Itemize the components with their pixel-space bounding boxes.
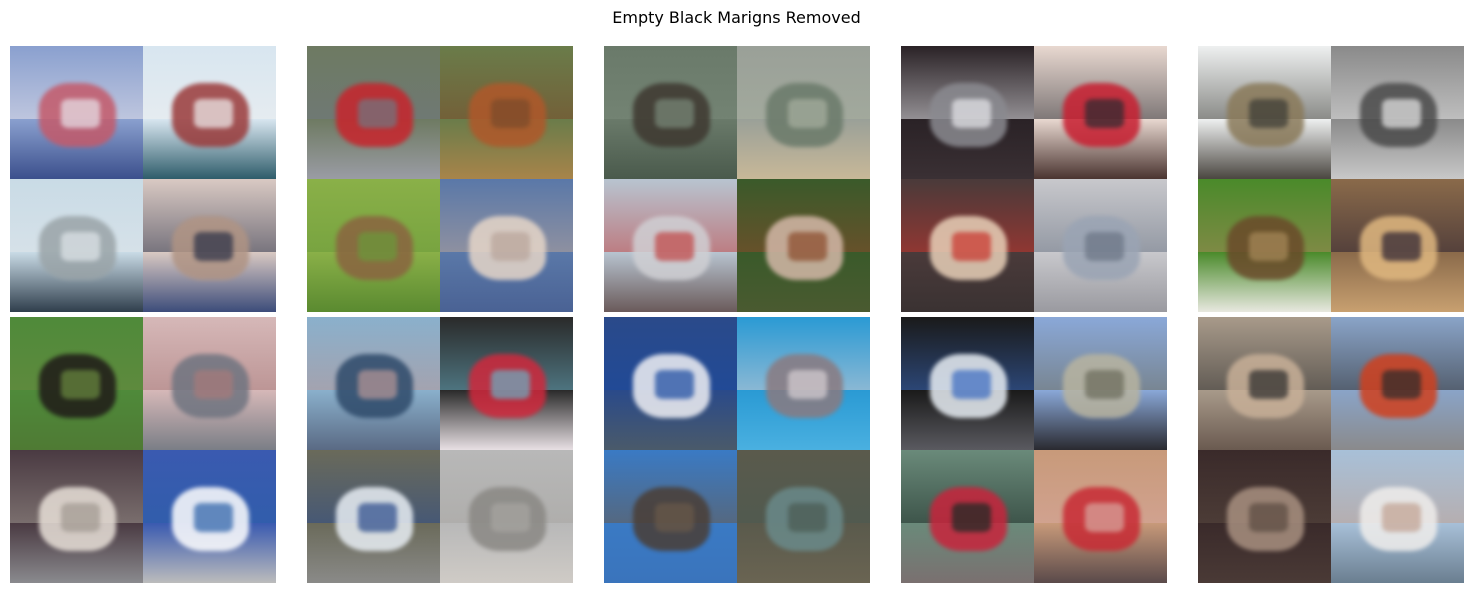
thumbnail-image xyxy=(901,46,1034,179)
thumbnail-image xyxy=(143,450,276,583)
thumbnail-image xyxy=(10,179,143,312)
thumbnail-image xyxy=(737,179,870,312)
thumbnail-image xyxy=(737,317,870,450)
thumbnail-image xyxy=(1034,179,1167,312)
thumbnail-image xyxy=(737,450,870,583)
thumbnail-image xyxy=(1331,317,1464,450)
panel-block-top xyxy=(901,46,1167,312)
thumbnail-image xyxy=(10,450,143,583)
image-panel-5 xyxy=(1198,46,1464,583)
thumbnail-image xyxy=(1198,317,1331,450)
thumbnail-image xyxy=(143,46,276,179)
figure-title: Empty Black Marigns Removed xyxy=(612,8,861,27)
thumbnail-image xyxy=(307,179,440,312)
thumbnail-image xyxy=(143,179,276,312)
thumbnail-image xyxy=(440,179,573,312)
panel-block-top xyxy=(10,46,276,312)
thumbnail-image xyxy=(901,179,1034,312)
thumbnail-image xyxy=(440,450,573,583)
thumbnail-image xyxy=(1198,179,1331,312)
panel-block-bottom xyxy=(604,317,870,583)
thumbnail-image xyxy=(1034,317,1167,450)
image-panel-3 xyxy=(604,46,870,583)
thumbnail-image xyxy=(901,317,1034,450)
thumbnail-image xyxy=(1034,450,1167,583)
thumbnail-image xyxy=(604,46,737,179)
image-panel-1 xyxy=(10,46,276,583)
panel-block-top xyxy=(307,46,573,312)
image-panel-2 xyxy=(307,46,573,583)
thumbnail-image xyxy=(604,179,737,312)
thumbnail-image xyxy=(10,317,143,450)
thumbnail-image xyxy=(1331,450,1464,583)
panel-block-bottom xyxy=(1198,317,1464,583)
thumbnail-image xyxy=(143,317,276,450)
thumbnail-image xyxy=(1331,179,1464,312)
thumbnail-image xyxy=(307,46,440,179)
thumbnail-image xyxy=(1034,46,1167,179)
panel-block-top xyxy=(1198,46,1464,312)
thumbnail-image xyxy=(604,317,737,450)
panel-block-top xyxy=(604,46,870,312)
thumbnail-image xyxy=(307,317,440,450)
image-panel-4 xyxy=(901,46,1167,583)
panel-block-bottom xyxy=(307,317,573,583)
panel-block-bottom xyxy=(901,317,1167,583)
thumbnail-image xyxy=(1331,46,1464,179)
thumbnail-image xyxy=(604,450,737,583)
thumbnail-image xyxy=(901,450,1034,583)
thumbnail-image xyxy=(440,317,573,450)
thumbnail-image xyxy=(440,46,573,179)
thumbnail-image xyxy=(10,46,143,179)
panel-block-bottom xyxy=(10,317,276,583)
thumbnail-image xyxy=(1198,46,1331,179)
thumbnail-image xyxy=(1198,450,1331,583)
thumbnail-image xyxy=(737,46,870,179)
thumbnail-image xyxy=(307,450,440,583)
